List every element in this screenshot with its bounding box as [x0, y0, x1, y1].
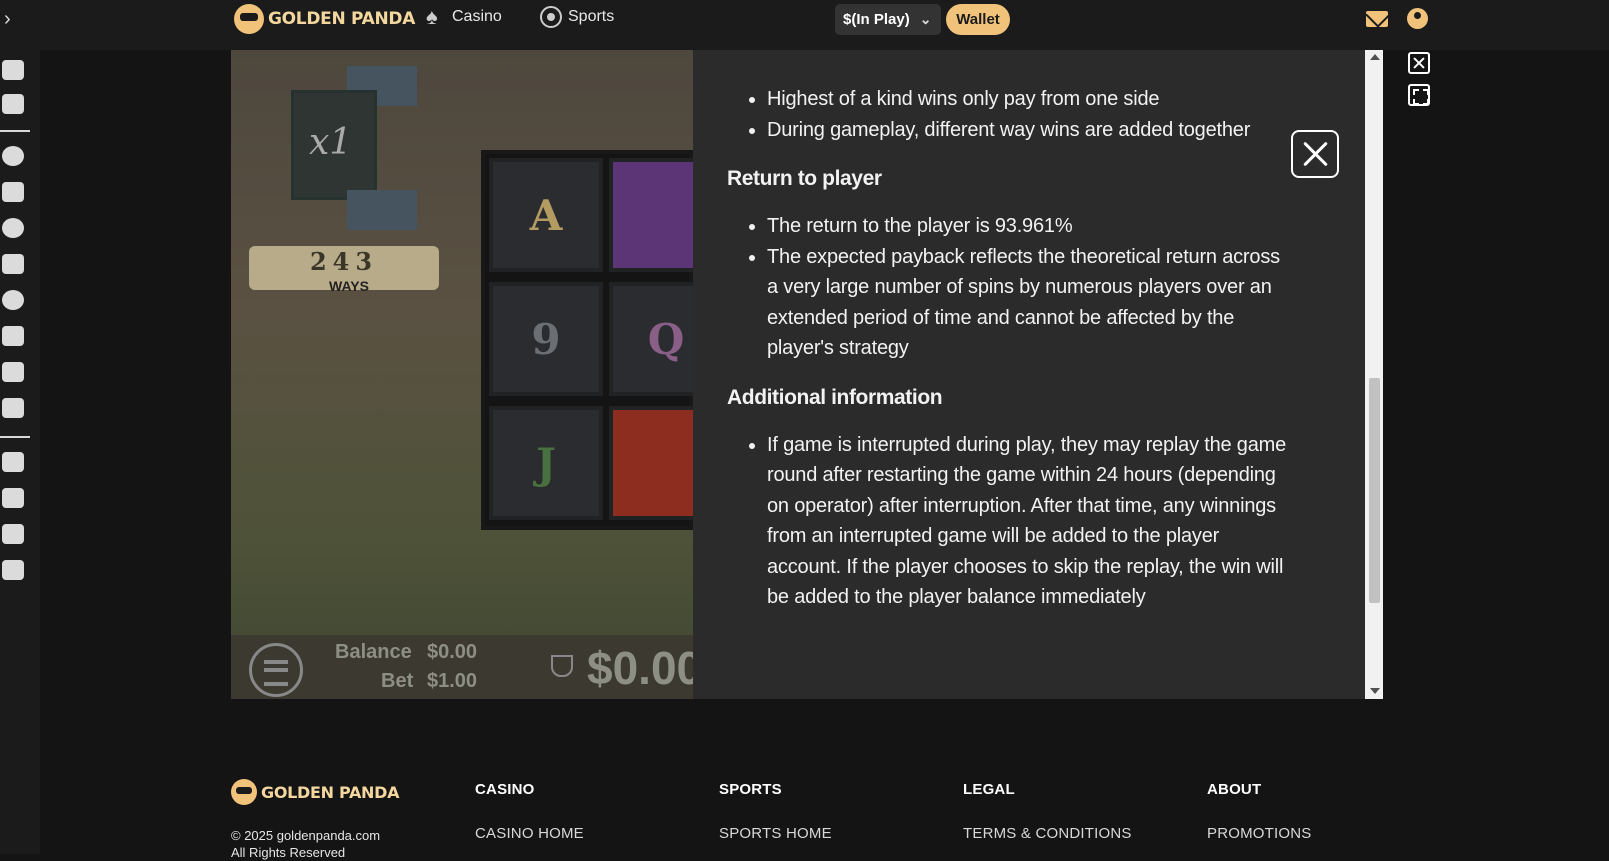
- brand-name: GOLDEN PANDA: [268, 9, 416, 29]
- footer-brand-name: GOLDEN PANDA: [261, 782, 400, 802]
- horseshoe-icon[interactable]: [2, 362, 24, 382]
- slot-game-canvas[interactable]: x1 243 WAYS A 9 Q J Balance $0.00 Bet $1…: [231, 50, 723, 699]
- multiplier-text: x1: [309, 122, 353, 163]
- panda-logo-icon: [231, 779, 257, 805]
- balance-dropdown[interactable]: $(In Play) ⌄: [835, 4, 941, 35]
- chevron-down-icon: ⌄: [919, 11, 932, 27]
- close-game-icon[interactable]: [1408, 52, 1430, 74]
- whistle-icon[interactable]: [2, 560, 24, 580]
- bet-label: Bet: [381, 670, 414, 692]
- soccer-icon[interactable]: [2, 218, 24, 238]
- rule-item: During gameplay, different way wins are …: [767, 115, 1287, 146]
- footer-link-promotions[interactable]: PROMOTIONS: [1207, 825, 1312, 842]
- nav-casino[interactable]: ♠ Casino: [426, 6, 502, 28]
- slots-icon[interactable]: [2, 60, 24, 80]
- cards-icon[interactable]: [2, 94, 24, 114]
- bet-value: $1.00: [427, 670, 478, 692]
- reel-grid: A 9 Q J: [481, 150, 723, 530]
- brand-logo[interactable]: GOLDEN PANDA: [234, 4, 415, 34]
- flame-icon[interactable]: [2, 452, 24, 472]
- footer-heading-sports: SPORTS: [719, 781, 782, 798]
- reel-symbol: 9: [489, 282, 603, 396]
- game-control-bar: Balance $0.00 Bet $1.00 $0.00: [231, 635, 702, 699]
- footer-logo[interactable]: GOLDEN PANDA: [231, 779, 400, 805]
- hockey-icon[interactable]: [2, 326, 24, 346]
- panda-logo-icon: [234, 4, 264, 34]
- megaphone-icon[interactable]: [2, 524, 24, 544]
- footer-link-sports-home[interactable]: SPORTS HOME: [719, 825, 832, 842]
- footer-heading-about: ABOUT: [1207, 781, 1262, 798]
- trophy-icon: [551, 655, 573, 677]
- wallet-button[interactable]: Wallet: [946, 4, 1010, 35]
- nav-sports-label: Sports: [568, 8, 615, 25]
- game-window: x1 243 WAYS A 9 Q J Balance $0.00 Bet $1…: [231, 50, 1383, 699]
- footer-link-casino-home[interactable]: CASINO HOME: [475, 825, 584, 842]
- reel-symbol: J: [489, 406, 603, 520]
- footer-link-terms[interactable]: TERMS & CONDITIONS: [963, 825, 1132, 842]
- rtp-list: The return to the player is 93.961% The …: [727, 211, 1287, 364]
- scroll-up-arrow-icon[interactable]: [1370, 54, 1380, 60]
- left-sidebar: [0, 50, 40, 854]
- ways-label: WAYS: [329, 278, 369, 294]
- win-value: $0.00: [587, 642, 703, 694]
- reel-symbol: A: [489, 158, 603, 272]
- ways-number: 243: [309, 247, 379, 276]
- top-bar: › GOLDEN PANDA ♠ Casino Sports $(In Play…: [0, 0, 1609, 50]
- basketball-icon[interactable]: [2, 290, 24, 310]
- mail-icon[interactable]: [1366, 11, 1388, 27]
- game-rules-panel[interactable]: Highest of a kind wins only pay from one…: [693, 50, 1365, 699]
- sports-ball-icon: [540, 6, 562, 28]
- footer-heading-casino: CASINO: [475, 781, 535, 798]
- copyright-line: All Rights Reserved: [231, 845, 346, 860]
- gift-icon[interactable]: [2, 488, 24, 508]
- football-icon[interactable]: [2, 398, 24, 418]
- star-icon[interactable]: [2, 146, 24, 166]
- spade-icon: ♠: [426, 4, 438, 29]
- copyright: © 2025 goldenpanda.com All Rights Reserv…: [231, 827, 380, 861]
- multiplier-tag-bottom: [347, 190, 417, 230]
- sidebar-divider: [0, 436, 30, 438]
- nav-sports[interactable]: Sports: [540, 6, 614, 28]
- live-icon[interactable]: [2, 182, 24, 202]
- user-icon[interactable]: [1407, 8, 1428, 29]
- nav-casino-label: Casino: [452, 8, 502, 25]
- expand-sidebar-button[interactable]: ›: [4, 8, 26, 30]
- additional-info-heading: Additional information: [727, 385, 943, 409]
- additional-info-list: If game is interrupted during play, they…: [727, 430, 1287, 613]
- balance-label: Balance: [335, 641, 412, 663]
- balance-value: $0.00: [427, 641, 478, 663]
- game-menu-button[interactable]: [249, 643, 303, 697]
- close-rules-button[interactable]: [1291, 130, 1339, 178]
- copyright-line: © 2025 goldenpanda.com: [231, 828, 381, 843]
- rules-content: Highest of a kind wins only pay from one…: [727, 50, 1287, 635]
- rule-item: The return to the player is 93.961%: [767, 211, 1287, 242]
- rule-item: The expected payback reflects the theore…: [767, 242, 1287, 364]
- scrollbar-thumb[interactable]: [1369, 378, 1380, 603]
- balance-label: $(In Play): [843, 11, 910, 28]
- rule-item: If game is interrupted during play, they…: [767, 430, 1287, 613]
- rtp-heading: Return to player: [727, 167, 882, 190]
- rules-list-top: Highest of a kind wins only pay from one…: [727, 84, 1287, 145]
- tennis-icon[interactable]: [2, 254, 24, 274]
- scroll-down-arrow-icon[interactable]: [1370, 688, 1380, 694]
- footer-heading-legal: LEGAL: [963, 781, 1015, 798]
- rule-item: Highest of a kind wins only pay from one…: [767, 84, 1287, 115]
- footer: GOLDEN PANDA © 2025 goldenpanda.com All …: [40, 699, 1609, 860]
- sidebar-divider: [0, 130, 30, 132]
- fullscreen-icon[interactable]: [1408, 84, 1430, 106]
